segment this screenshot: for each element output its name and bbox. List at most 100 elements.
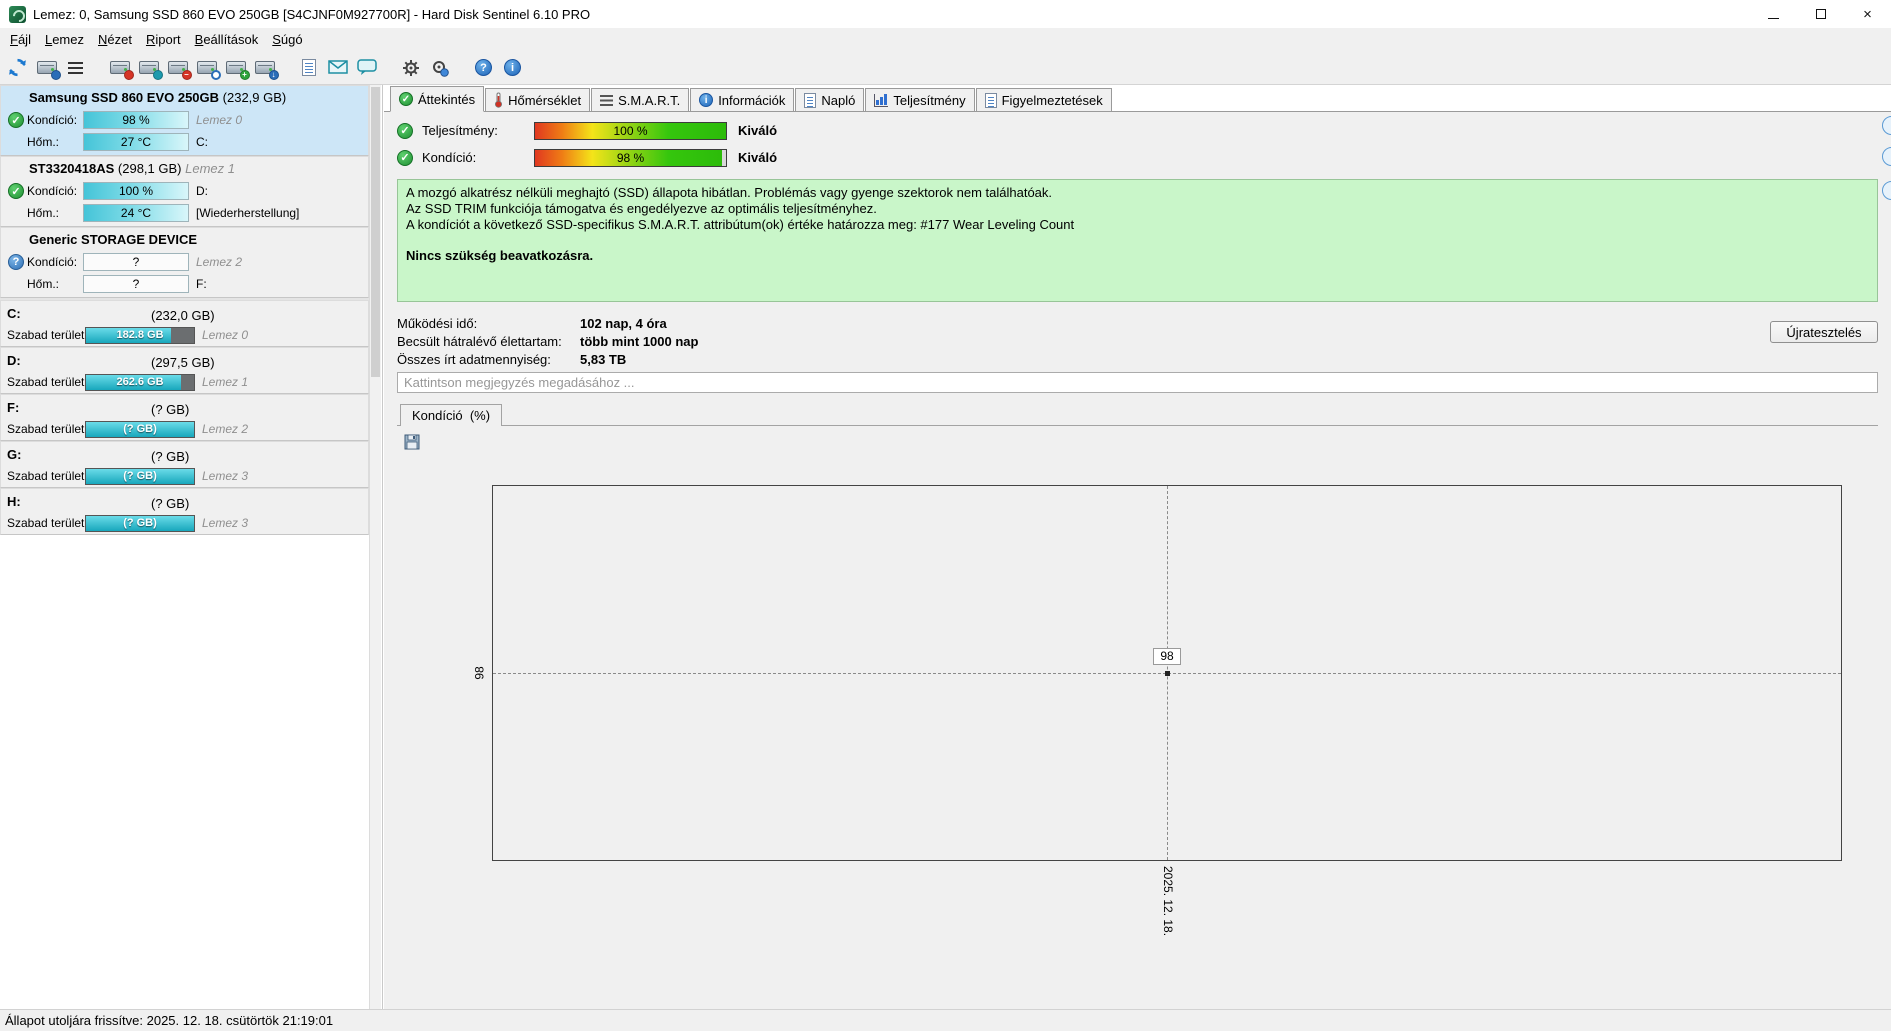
retest-button[interactable]: Újratesztelés: [1770, 321, 1878, 343]
menu-fajl[interactable]: Fájl: [3, 29, 38, 50]
tab-label: Információk: [718, 92, 786, 108]
condition-value: 98 %: [83, 111, 189, 129]
partition-header: D: (297,5 GB): [7, 352, 364, 372]
tab-figyelmeztetesek[interactable]: Figyelmeztetések: [975, 88, 1112, 111]
maximize-button[interactable]: [1797, 0, 1844, 28]
tab-teljesitmeny[interactable]: Teljesítmény: [865, 88, 975, 111]
chart-data-point: [1165, 671, 1170, 676]
drive-letter-label: C:: [196, 135, 208, 149]
disk-entry-generic-storage[interactable]: Generic STORAGE DEVICE ? Kondíció: ? Lem…: [0, 227, 369, 298]
condition-label: Kondíció:: [27, 113, 78, 127]
tab-smart[interactable]: S.M.A.R.T.: [591, 88, 690, 111]
partition-size: (232,0 GB): [151, 308, 215, 323]
partition-entry-f[interactable]: F: (? GB) Szabad terület (? GB) Lemez 2: [0, 394, 369, 441]
performance-row: ✓ Teljesítmény: 100 % Kiváló: [397, 119, 1891, 142]
temperature-label: Hőm.:: [27, 206, 60, 220]
partition-free-row: Szabad terület 262.6 GB Lemez 1: [7, 372, 364, 392]
free-space-label: Szabad terület: [7, 516, 85, 530]
disk-condition-row: ✓ Kondíció: 100 % D:: [5, 180, 364, 202]
disk-number-label: Lemez 2: [196, 255, 243, 269]
disk-number-label: Lemez 0: [202, 328, 249, 342]
drive-letter: G:: [7, 447, 22, 462]
disk-status-icon: [225, 60, 250, 80]
total-written-row: Összes írt adatmennyiség: 5,83 TB: [397, 352, 627, 367]
view-list-button[interactable]: [61, 53, 90, 82]
drive-letter: C:: [7, 306, 21, 321]
disk-rescan-icon: [36, 60, 61, 80]
disk-rescan-button[interactable]: [32, 53, 61, 82]
sidebar-scrollbar[interactable]: [369, 85, 381, 1009]
thermometer-icon: [495, 92, 503, 108]
temperature-value: ?: [83, 275, 189, 293]
tab-homerseklet[interactable]: Hőmérséklet: [485, 88, 591, 111]
drive-letter: F:: [7, 400, 20, 415]
ok-status-icon: ✓: [397, 122, 413, 139]
check-circle-icon: ✓: [399, 92, 413, 106]
performance-rating: Kiváló: [738, 123, 778, 138]
temperature-value: 27 °C: [83, 133, 189, 151]
advanced-settings-button[interactable]: [425, 53, 454, 82]
help-button[interactable]: ?: [469, 53, 498, 82]
condition-row: ✓ Kondíció: 98 % Kiváló: [397, 146, 1891, 169]
disk-export-button[interactable]: [250, 53, 279, 82]
disk-number-label: Lemez 3: [202, 469, 249, 483]
menu-nezet[interactable]: Nézet: [91, 29, 139, 50]
condition-history-chart[interactable]: 98 98 2025. 12. 18.: [473, 485, 1842, 936]
disk-error-button[interactable]: [105, 53, 134, 82]
disk-export-icon: [254, 60, 279, 80]
settings-button[interactable]: [396, 53, 425, 82]
free-space-value: (? GB): [123, 469, 157, 482]
free-space-value: 262.6 GB: [116, 375, 164, 388]
chart-point-label: 98: [1153, 648, 1181, 665]
advanced-settings-icon: [432, 60, 449, 77]
partition-header: H: (? GB): [7, 493, 364, 513]
info-button[interactable]: i: [498, 53, 527, 82]
document-icon: [804, 92, 817, 108]
health-line: A kondíciót a következő SSD-specifikus S…: [406, 217, 1075, 232]
subtab-kondicio[interactable]: Kondíció (%): [400, 404, 503, 426]
chart-y-tick-label: 98: [472, 666, 487, 680]
save-chart-button[interactable]: [403, 433, 421, 451]
close-button[interactable]: ×: [1844, 0, 1891, 28]
comment-input[interactable]: [397, 372, 1878, 393]
tab-label: Figyelmeztetések: [1001, 92, 1103, 108]
scrollbar-thumb[interactable]: [371, 87, 380, 377]
report-button[interactable]: [294, 53, 323, 82]
disk-remove-button[interactable]: [163, 53, 192, 82]
disk-entry-st3320418as[interactable]: ST3320418AS (298,1 GB) Lemez 1 ✓ Kondíci…: [0, 156, 369, 227]
drive-letter-label: F:: [196, 277, 207, 291]
info-circle-icon: i: [699, 93, 714, 107]
message-button[interactable]: [352, 53, 381, 82]
tab-informaciok[interactable]: i Információk: [690, 88, 795, 111]
condition-value: 100 %: [83, 182, 189, 200]
partition-entry-c[interactable]: C: (232,0 GB) Szabad terület 182.8 GB Le…: [0, 300, 369, 347]
disk-title: Samsung SSD 860 EVO 250GB (232,9 GB): [5, 89, 364, 109]
partition-size: (? GB): [151, 402, 190, 417]
condition-value: ?: [83, 253, 189, 271]
disk-temperature-row: Hőm.: ? F:: [5, 273, 364, 295]
window-title: Lemez: 0, Samsung SSD 860 EVO 250GB [S4C…: [33, 6, 591, 22]
menu-riport[interactable]: Riport: [139, 29, 188, 50]
partition-entry-d[interactable]: D: (297,5 GB) Szabad terület 262.6 GB Le…: [0, 347, 369, 394]
refresh-button[interactable]: [3, 53, 32, 82]
menu-beallitasok[interactable]: Beállítások: [188, 29, 266, 50]
menu-lemez[interactable]: Lemez: [38, 29, 91, 50]
mail-button[interactable]: [323, 53, 352, 82]
tab-naplo[interactable]: Napló: [795, 88, 865, 111]
disk-name: ST3320418AS: [29, 161, 115, 176]
tab-attekintes[interactable]: ✓ Áttekintés: [390, 86, 485, 112]
disk-tools-button[interactable]: [134, 53, 163, 82]
chart-icon: [874, 93, 889, 107]
performance-label: Teljesítmény:: [422, 123, 498, 138]
disk-search-button[interactable]: [192, 53, 221, 82]
disk-entry-samsung-ssd[interactable]: Samsung SSD 860 EVO 250GB (232,9 GB) ✓ K…: [0, 85, 369, 156]
partition-entry-g[interactable]: G: (? GB) Szabad terület (? GB) Lemez 3: [0, 441, 369, 488]
minimize-button[interactable]: [1750, 0, 1797, 28]
health-line: A mozgó alkatrész nélküli meghajtó (SSD)…: [406, 185, 1053, 200]
drive-letter-label: D:: [196, 184, 208, 198]
performance-value: 100 %: [613, 123, 648, 138]
menu-sugo[interactable]: Súgó: [265, 29, 309, 50]
disk-status-button[interactable]: [221, 53, 250, 82]
partition-entry-h[interactable]: H: (? GB) Szabad terület (? GB) Lemez 3: [0, 488, 369, 535]
disk-number-label: Lemez 1: [185, 161, 235, 176]
